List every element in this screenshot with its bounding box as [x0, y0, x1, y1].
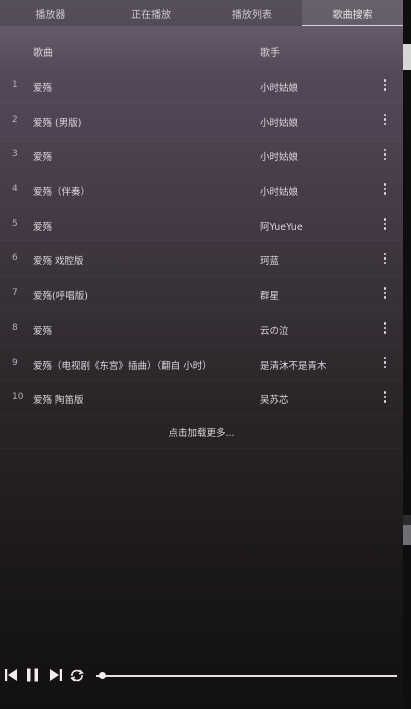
column-header-song: 歌曲 — [33, 48, 53, 59]
song-title: 爱殇（电视剧《东宫》插曲）（翻自 小时） — [33, 360, 212, 372]
song-title: 爱殇 戏腔版 — [33, 256, 84, 268]
more-options-icon[interactable] — [378, 111, 392, 129]
more-options-icon[interactable] — [378, 76, 392, 94]
song-artist: 小时姑娘 — [260, 117, 299, 129]
song-index: 6 — [12, 253, 18, 264]
more-options-icon[interactable] — [378, 145, 392, 163]
song-row[interactable]: 9 爱殇（电视剧《东宫》插曲）（翻自 小时） 是清沐不是青木 — [0, 346, 403, 381]
progress-knob[interactable] — [98, 672, 106, 679]
more-options-icon[interactable] — [378, 319, 392, 337]
tab-song-search[interactable]: 歌曲搜索 — [302, 0, 403, 26]
song-artist: 群星 — [260, 291, 280, 303]
player-controls — [0, 664, 403, 688]
music-app: 播放器 正在播放 播放列表 歌曲搜索 歌曲 歌手 1 爱殇 小时姑娘 2 爱殇 (男版)… — [0, 0, 411, 709]
song-row[interactable]: 1 爱殇 小时姑娘 — [0, 68, 403, 103]
song-index: 1 — [12, 80, 18, 90]
song-index: 8 — [12, 322, 18, 333]
load-more-button[interactable]: 点击加载更多... — [0, 415, 403, 449]
song-artist: 云の泣 — [260, 325, 289, 337]
song-row[interactable]: 3 爱殇 小时姑娘 — [0, 137, 403, 172]
song-index: 4 — [12, 184, 18, 195]
song-artist: 小时姑娘 — [260, 83, 299, 94]
song-row[interactable]: 10 爱殇 陶笛版 吴苏芯 — [0, 380, 403, 415]
song-artist: 阿YueYue — [260, 221, 303, 233]
pause-icon[interactable] — [27, 668, 39, 682]
song-title: 爱殇 — [33, 152, 53, 164]
song-title: 爱殇 — [33, 83, 53, 94]
song-row[interactable]: 4 爱殇（伴奏） 小时姑娘 — [0, 172, 403, 207]
window-edge — [403, 0, 411, 709]
song-index: 2 — [12, 114, 18, 125]
song-index: 5 — [12, 218, 18, 229]
more-options-icon[interactable] — [378, 284, 392, 302]
tab-playlist[interactable]: 播放列表 — [202, 0, 303, 26]
song-index: 3 — [12, 149, 18, 160]
progress-track[interactable] — [96, 675, 397, 677]
song-title: 爱殇(呼唱版) — [33, 291, 88, 303]
song-index: 7 — [12, 288, 18, 299]
tab-player[interactable]: 播放器 — [0, 0, 101, 26]
song-list-header: 歌曲 歌手 — [0, 36, 403, 64]
more-options-icon[interactable] — [378, 249, 392, 267]
song-list: 1 爱殇 小时姑娘 2 爱殇 (男版) 小时姑娘 3 爱殇 小时姑娘 4 爱殇（伴奏） 小时姑娘 5 爱殇… — [0, 68, 403, 415]
skip-previous-icon[interactable] — [5, 668, 18, 682]
song-artist: 是清沐不是青木 — [260, 360, 327, 372]
song-row[interactable]: 8 爱殇 云の泣 — [0, 311, 403, 346]
tab-bar: 播放器 正在播放 播放列表 歌曲搜索 — [0, 0, 403, 26]
song-artist: 小时姑娘 — [260, 152, 299, 164]
song-title: 爱殇 — [33, 221, 53, 233]
skip-next-icon[interactable] — [49, 668, 62, 682]
song-title: 爱殇 陶笛版 — [33, 395, 84, 407]
song-row[interactable]: 2 爱殇 (男版) 小时姑娘 — [0, 103, 403, 138]
more-options-icon[interactable] — [378, 354, 392, 372]
song-title: 爱殇 — [33, 325, 53, 337]
song-artist: 小时姑娘 — [260, 187, 299, 199]
column-header-artist: 歌手 — [260, 48, 280, 59]
song-row[interactable]: 6 爱殇 戏腔版 珂蓝 — [0, 241, 403, 276]
tab-now-playing[interactable]: 正在播放 — [101, 0, 202, 26]
song-index: 10 — [12, 392, 24, 403]
repeat-icon[interactable] — [70, 669, 84, 682]
more-options-icon[interactable] — [378, 215, 392, 233]
song-artist: 吴苏芯 — [260, 395, 289, 407]
song-title: 爱殇（伴奏） — [33, 187, 91, 199]
song-artist: 珂蓝 — [260, 256, 280, 268]
song-row[interactable]: 5 爱殇 阿YueYue — [0, 207, 403, 242]
song-index: 9 — [12, 357, 18, 368]
song-title: 爱殇 (男版) — [33, 117, 82, 129]
more-options-icon[interactable] — [378, 388, 392, 406]
more-options-icon[interactable] — [378, 180, 392, 198]
song-row[interactable]: 7 爱殇(呼唱版) 群星 — [0, 276, 403, 311]
